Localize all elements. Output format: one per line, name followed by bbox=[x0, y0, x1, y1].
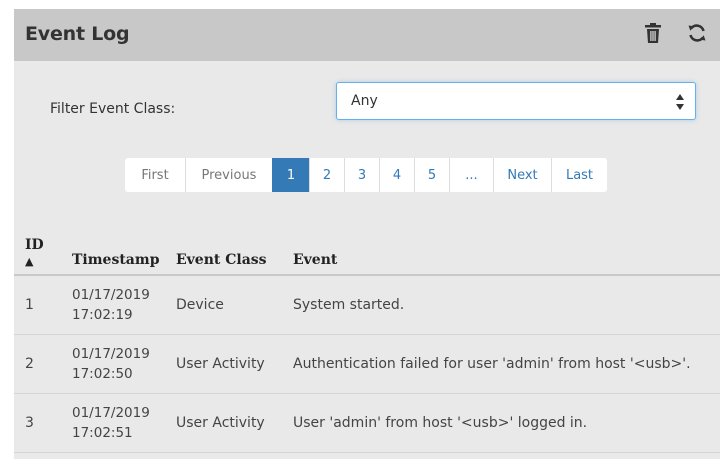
clear-log-button[interactable] bbox=[640, 22, 666, 48]
page-next-button[interactable]: Next bbox=[493, 158, 551, 192]
event-log-table: ID ▲ Timestamp Event Class Event 1 01/17… bbox=[14, 231, 720, 453]
page-ellipsis[interactable]: ... bbox=[449, 158, 493, 192]
cell-event-class: User Activity bbox=[176, 334, 293, 394]
cell-event-class: User Activity bbox=[176, 393, 293, 453]
table-row[interactable]: 2 01/17/2019 17:02:50 User Activity Auth… bbox=[14, 334, 720, 394]
page-3-button[interactable]: 3 bbox=[344, 158, 379, 192]
page-5-button[interactable]: 5 bbox=[414, 158, 449, 192]
sort-ascending-icon: ▲ bbox=[25, 255, 34, 268]
select-updown-icon bbox=[675, 92, 685, 112]
page-last-button[interactable]: Last bbox=[551, 158, 607, 192]
timestamp-time: 17:02:50 bbox=[72, 365, 133, 382]
timestamp-date: 01/17/2019 bbox=[72, 345, 150, 362]
refresh-icon bbox=[687, 23, 707, 47]
table-header-row: ID ▲ Timestamp Event Class Event bbox=[14, 231, 720, 276]
column-header-timestamp[interactable]: Timestamp bbox=[72, 231, 176, 276]
event-class-select[interactable]: Any bbox=[336, 82, 696, 120]
page-2-button[interactable]: 2 bbox=[309, 158, 344, 192]
column-header-id-label: ID bbox=[25, 237, 44, 253]
cell-timestamp: 01/17/2019 17:02:51 bbox=[72, 393, 176, 453]
page-first-button[interactable]: First bbox=[125, 158, 185, 192]
timestamp-date: 01/17/2019 bbox=[72, 404, 150, 421]
filter-event-class-label: Filter Event Class: bbox=[50, 101, 176, 117]
event-log-panel: Event Log Filter Event Class: Any First … bbox=[14, 9, 720, 459]
cell-event: User 'admin' from host '<usb>' logged in… bbox=[293, 393, 720, 453]
table-row[interactable]: 1 01/17/2019 17:02:19 Device System star… bbox=[14, 275, 720, 335]
cell-id: 2 bbox=[14, 334, 72, 394]
timestamp-time: 17:02:51 bbox=[72, 424, 133, 441]
timestamp-date: 01/17/2019 bbox=[72, 286, 150, 303]
page-1-button[interactable]: 1 bbox=[272, 158, 309, 192]
cell-timestamp: 01/17/2019 17:02:50 bbox=[72, 334, 176, 394]
cell-timestamp: 01/17/2019 17:02:19 bbox=[72, 275, 176, 335]
panel-title: Event Log bbox=[25, 23, 130, 45]
cell-event: Authentication failed for user 'admin' f… bbox=[293, 334, 720, 394]
column-header-id[interactable]: ID ▲ bbox=[14, 231, 72, 276]
table-row[interactable]: 3 01/17/2019 17:02:51 User Activity User… bbox=[14, 393, 720, 453]
event-class-selected-value: Any bbox=[351, 93, 378, 109]
page-4-button[interactable]: 4 bbox=[379, 158, 414, 192]
column-header-event[interactable]: Event bbox=[293, 231, 720, 276]
cell-id: 1 bbox=[14, 275, 72, 335]
column-header-event-class[interactable]: Event Class bbox=[176, 231, 293, 276]
trash-icon bbox=[644, 22, 662, 48]
cell-id: 3 bbox=[14, 393, 72, 453]
refresh-button[interactable] bbox=[684, 22, 710, 48]
pagination: First Previous 1 2 3 4 5 ... Next Last bbox=[125, 158, 607, 192]
cell-event: System started. bbox=[293, 275, 720, 335]
cell-event-class: Device bbox=[176, 275, 293, 335]
panel-header: Event Log bbox=[14, 9, 720, 61]
timestamp-time: 17:02:19 bbox=[72, 306, 133, 323]
page-previous-button[interactable]: Previous bbox=[185, 158, 272, 192]
